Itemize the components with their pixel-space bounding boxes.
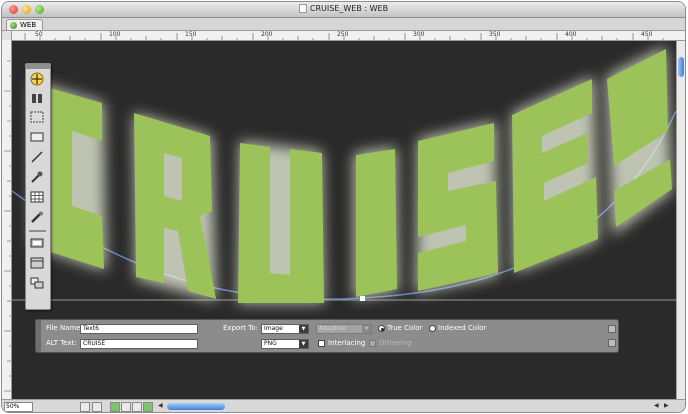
document-icon <box>298 4 307 13</box>
vertical-scrollbar[interactable] <box>676 41 685 399</box>
hand-tool-icon <box>31 211 43 223</box>
ruler-mark-150: 150 <box>185 31 197 38</box>
line-tool[interactable] <box>29 150 45 164</box>
dithering-checkbox[interactable] <box>369 340 376 347</box>
move-tool-icon <box>30 72 44 86</box>
vertical-ruler-ticks <box>4 60 11 392</box>
view-layers-icon <box>30 277 44 289</box>
palette-arrow-icon: ▼ <box>362 325 371 333</box>
ruler-mark-250: 250 <box>337 31 349 38</box>
ruler-corner[interactable] <box>2 31 11 40</box>
export-to-label: Export To: <box>223 324 258 332</box>
view-preview-icon <box>30 257 44 269</box>
palette-value: Adaptive <box>319 325 346 332</box>
globe-icon <box>10 21 17 29</box>
document-window: CRUISE_WEB : WEB WEB 50 100 150 200 250 … <box>2 2 685 412</box>
slice-tool-icon <box>30 111 44 123</box>
file-name-label: File Name: <box>46 324 83 332</box>
move-tool[interactable] <box>29 72 45 86</box>
horizontal-scroll-thumb[interactable] <box>167 403 225 410</box>
format-value: PNG <box>264 340 277 347</box>
ruler-mark-400: 400 <box>565 31 577 38</box>
indexed-color-label: Indexed Color <box>438 324 487 332</box>
view-mode-button-3[interactable] <box>132 402 142 412</box>
text-tool[interactable] <box>29 91 45 105</box>
view-normal-button[interactable] <box>29 236 45 250</box>
text-tool-icon <box>32 94 42 103</box>
true-color-radio[interactable] <box>378 325 385 332</box>
vertical-scroll-thumb[interactable] <box>678 57 684 77</box>
vertical-ruler[interactable] <box>2 31 12 399</box>
table-tool-icon <box>30 191 44 203</box>
zoom-out-button[interactable] <box>80 402 90 412</box>
letter-s <box>418 123 498 291</box>
ruler-mark-350: 350 <box>489 31 501 38</box>
line-tool-icon <box>31 151 43 163</box>
interlacing-checkbox[interactable] <box>318 340 325 347</box>
path-anchor-point[interactable] <box>360 296 365 301</box>
rectangle-tool[interactable] <box>29 130 45 144</box>
alt-text-field[interactable]: CRUISE <box>80 339 198 349</box>
file-name-field[interactable]: Text6 <box>80 324 198 334</box>
view-mode-button-4[interactable] <box>143 402 153 412</box>
view-mode-button-1[interactable] <box>110 402 120 412</box>
interlacing-label: Interlacing <box>328 339 366 347</box>
ruler-mark-100: 100 <box>109 31 121 38</box>
title-bar[interactable]: CRUISE_WEB : WEB <box>2 2 685 18</box>
tools-separator <box>29 230 46 232</box>
tab-web[interactable]: WEB <box>6 19 44 30</box>
ruler-mark-200: 200 <box>261 31 273 38</box>
scroll-left-arrow-icon[interactable]: ◀ <box>158 402 163 409</box>
properties-grip[interactable] <box>36 320 41 352</box>
palette-help-button[interactable] <box>608 325 616 333</box>
ruler-mark-50: 50 <box>35 31 43 38</box>
tools-palette <box>25 63 51 310</box>
scroll-left-end-arrow-icon[interactable]: ◀ <box>654 402 659 409</box>
export-to-value: Image <box>264 325 283 332</box>
eyedropper-tool[interactable] <box>29 170 45 184</box>
horizontal-ruler[interactable]: 50 100 150 200 250 300 350 400 450 <box>11 31 685 41</box>
slice-tool[interactable] <box>29 110 45 124</box>
text-glow <box>32 46 672 303</box>
table-tool[interactable] <box>29 190 45 204</box>
letter-i <box>356 149 397 297</box>
zoom-in-button[interactable] <box>92 402 102 412</box>
export-to-arrow-icon: ▼ <box>299 325 308 333</box>
scroll-right-arrow-icon[interactable]: ▶ <box>664 402 669 409</box>
window-title: CRUISE_WEB : WEB <box>309 4 389 13</box>
tools-palette-grip[interactable] <box>26 64 50 69</box>
hand-tool[interactable] <box>29 210 45 224</box>
ruler-mark-450: 450 <box>641 31 653 38</box>
palette-select[interactable]: Adaptive ▼ <box>316 324 372 334</box>
format-select[interactable]: PNG ▼ <box>261 339 309 349</box>
document-canvas[interactable]: File Name: Text6 ALT Text: CRUISE Export… <box>12 41 676 399</box>
tab-web-label: WEB <box>20 21 37 29</box>
export-to-select[interactable]: Image ▼ <box>261 324 309 334</box>
dithering-label: Dithering <box>379 339 412 347</box>
alt-text-label: ALT Text: <box>46 339 77 347</box>
view-mode-button-2[interactable] <box>121 402 131 412</box>
palette-edit-button[interactable] <box>608 339 616 347</box>
view-layers-button[interactable] <box>29 276 45 290</box>
format-arrow-icon: ▼ <box>299 340 308 348</box>
tab-bar: WEB <box>2 18 685 31</box>
ruler-mark-300: 300 <box>413 31 425 38</box>
rectangle-tool-icon <box>30 132 44 142</box>
eyedropper-icon <box>31 171 43 183</box>
view-normal-icon <box>30 238 44 248</box>
view-preview-button[interactable] <box>29 256 45 270</box>
status-bar: 50% ◀ ◀ ▶ <box>2 399 685 412</box>
indexed-color-radio[interactable] <box>429 325 436 332</box>
properties-palette: File Name: Text6 ALT Text: CRUISE Export… <box>35 319 619 353</box>
window-title-container: CRUISE_WEB : WEB <box>2 4 685 13</box>
true-color-label: True Color <box>387 324 423 332</box>
zoom-field[interactable]: 50% <box>4 402 33 412</box>
